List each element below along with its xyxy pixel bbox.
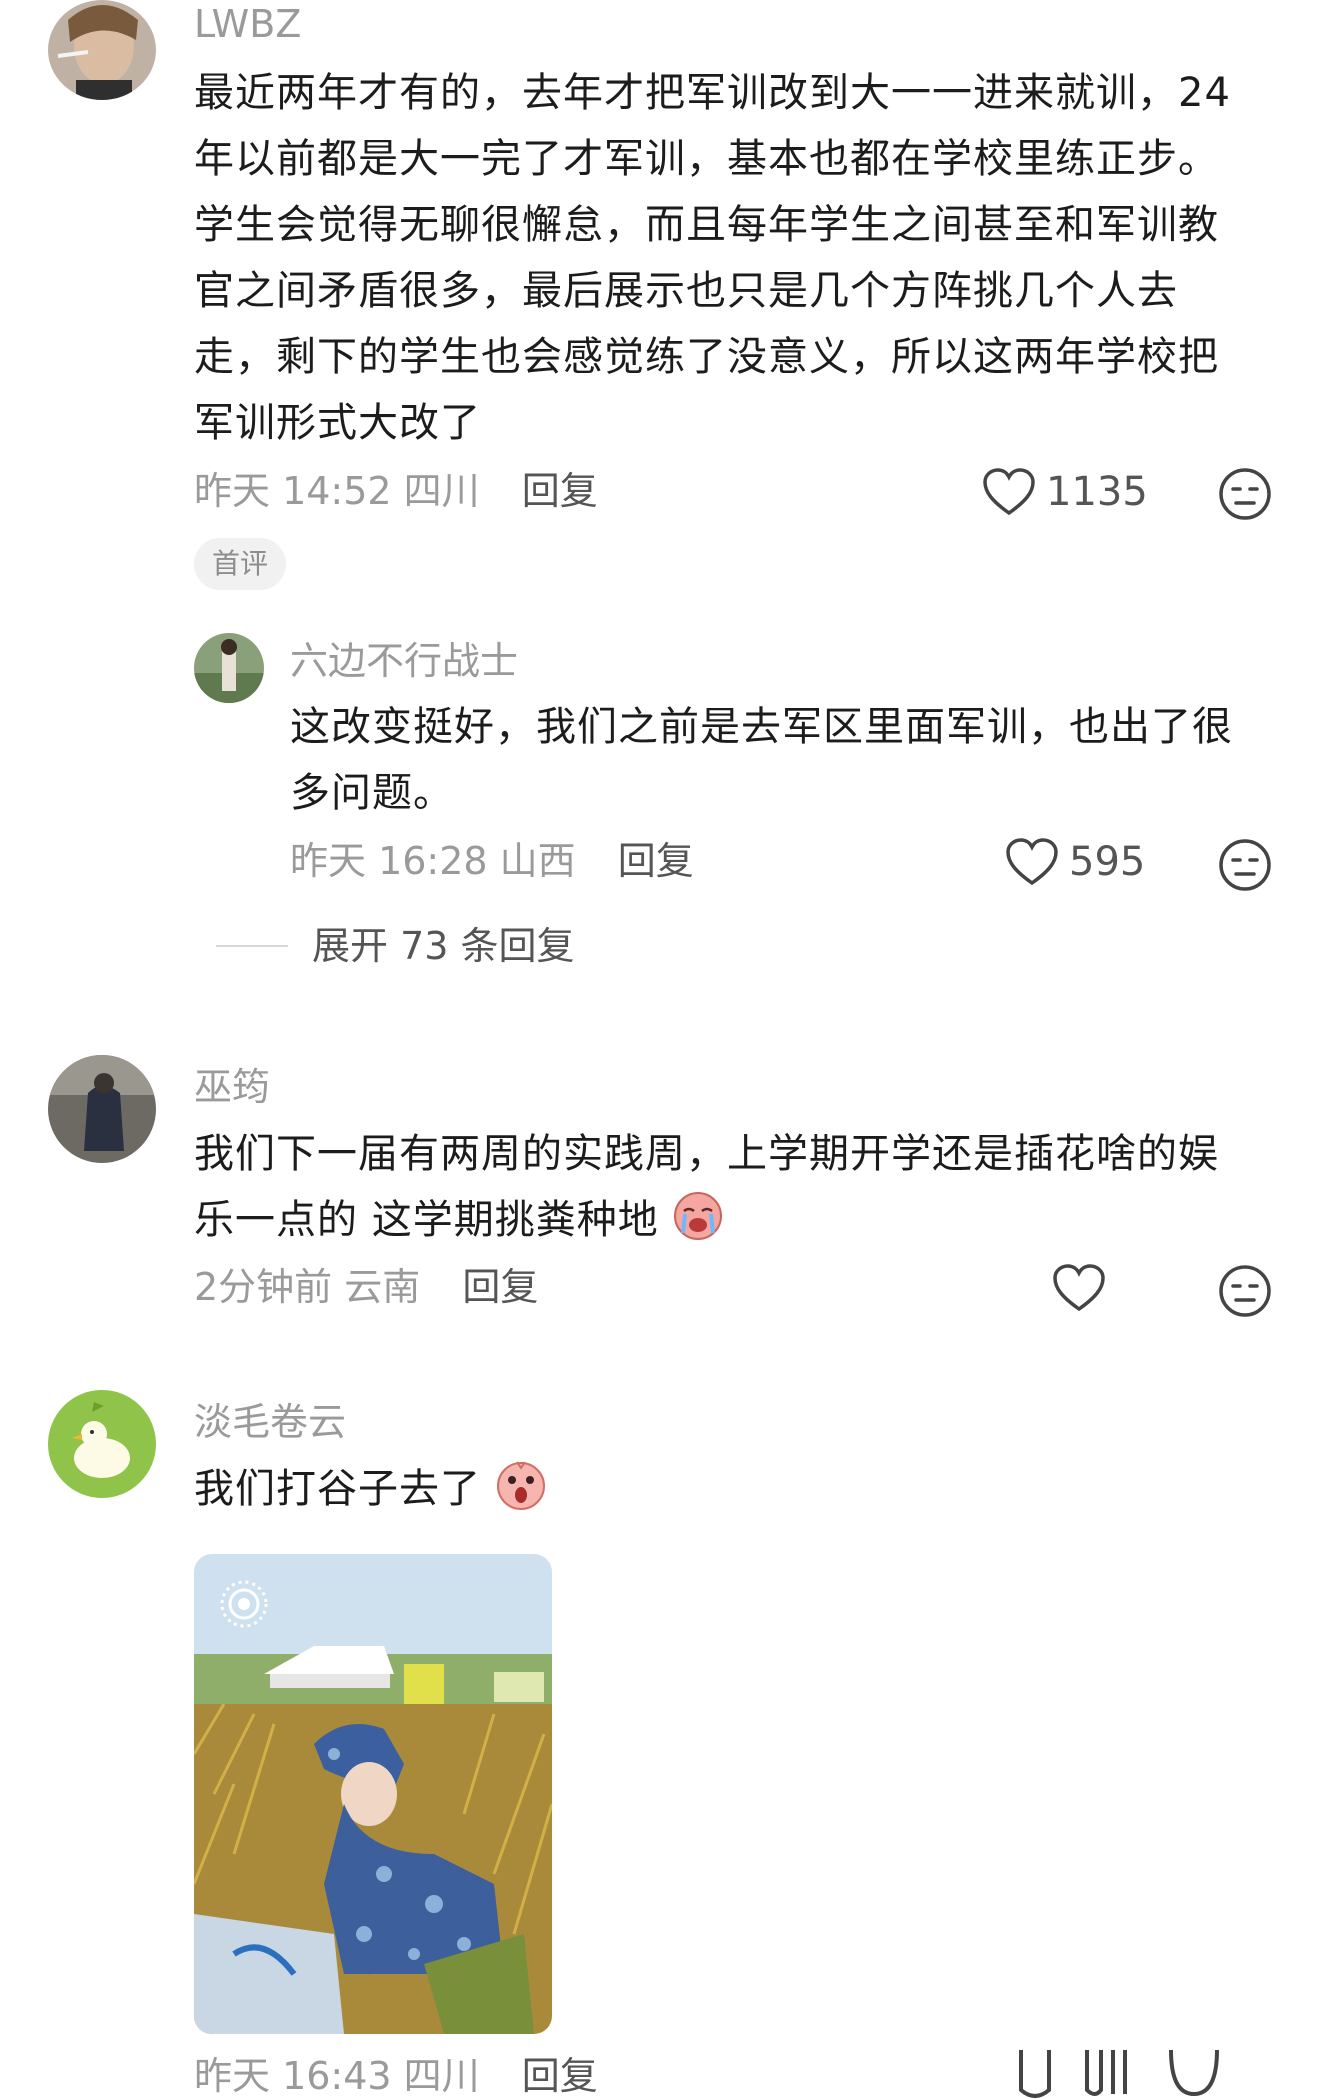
like-button[interactable] xyxy=(1052,1258,1106,1318)
avatar[interactable] xyxy=(194,633,264,703)
comment-line: 年以前都是大一完了才军训，基本也都在学校里练正步。 xyxy=(194,136,1219,182)
first-comment-badge: 首评 xyxy=(194,538,287,590)
username[interactable]: LWBZ xyxy=(194,0,301,48)
comment-danmao: 淡毛卷云 我们打谷子去了 昨天 16:43 四川 回复 xyxy=(0,1390,1320,2099)
comment-meta: 昨天 14:52 四川 回复 xyxy=(194,467,598,515)
neutral-face-icon xyxy=(1219,468,1271,520)
like-button[interactable]: 595 xyxy=(1005,832,1145,892)
comment-line: 我们下一届有两周的实践周，上学期开学还是插花啥的娱 xyxy=(194,1131,1219,1177)
comment-line: 我们打谷子去了 xyxy=(194,1466,481,1512)
neutral-face-icon xyxy=(1219,1265,1271,1317)
like-count: 595 xyxy=(1069,839,1146,885)
comment-line: 军训形式大改了 xyxy=(194,400,481,446)
comment-meta: 昨天 16:28 山西 回复 xyxy=(290,837,694,885)
dislike-button[interactable] xyxy=(1218,1264,1272,1318)
comment-text: 我们下一届有两周的实践周，上学期开学还是插花啥的娱 乐一点的 这学期挑粪种地 xyxy=(194,1121,1284,1253)
comment-line: 最近两年才有的，去年才把军训改到大一一进来就训，24 xyxy=(194,70,1231,116)
divider xyxy=(216,945,288,947)
comment-text: 我们打谷子去了 xyxy=(194,1456,1284,1522)
comment-meta: 昨天 16:43 四川 回复 xyxy=(194,2052,598,2099)
dislike-icon-partial[interactable] xyxy=(1167,2050,1221,2099)
expand-replies-label: 展开 73 条回复 xyxy=(312,924,575,968)
live-photo-icon xyxy=(218,1578,270,1630)
reply-comment: 六边不行战士 这改变挺好，我们之前是去军区里面军训，也出了很 多问题。 昨天 1… xyxy=(0,625,1320,925)
reply-button[interactable]: 回复 xyxy=(618,839,694,883)
timestamp: 昨天 16:43 四川 xyxy=(194,2054,480,2098)
bar-icon xyxy=(1085,2050,1127,2096)
timestamp: 昨天 14:52 四川 xyxy=(194,469,480,513)
expand-replies-button[interactable]: 展开 73 条回复 xyxy=(216,922,575,970)
comment-lwbz: LWBZ 最近两年才有的，去年才把军训改到大一一进来就训，24 年以前都是大一完… xyxy=(0,0,1320,590)
timestamp: 昨天 16:28 山西 xyxy=(290,839,576,883)
comment-wuyun: 巫筠 我们下一届有两周的实践周，上学期开学还是插花啥的娱 乐一点的 这学期挑粪种… xyxy=(0,1055,1320,1355)
heart-outline-icon xyxy=(1053,1264,1105,1312)
avatar[interactable] xyxy=(48,0,156,100)
shocked-face-emoji xyxy=(495,1458,547,1510)
username[interactable]: 六边不行战士 xyxy=(290,637,518,685)
comment-text: 最近两年才有的，去年才把军训改到大一一进来就训，24 年以前都是大一完了才军训，… xyxy=(194,60,1274,456)
comment-line: 官之间矛盾很多，最后展示也只是几个方阵挑几个人去 xyxy=(194,268,1178,314)
like-count: 1135 xyxy=(1046,469,1148,515)
heart-outline-icon xyxy=(1006,838,1058,886)
dislike-button[interactable] xyxy=(1218,467,1272,521)
username[interactable]: 淡毛卷云 xyxy=(194,1398,346,1446)
comment-line: 乐一点的 这学期挑粪种地 xyxy=(194,1197,659,1243)
like-icon-partial[interactable] xyxy=(1015,2050,1055,2099)
avatar[interactable] xyxy=(48,1055,156,1163)
dislike-button[interactable] xyxy=(1218,838,1272,892)
crying-face-emoji xyxy=(672,1189,724,1241)
comment-line: 走，剩下的学生也会感觉练了没意义，所以这两年学校把 xyxy=(194,334,1219,380)
partial-action-icons xyxy=(1015,2050,1221,2099)
comment-text: 这改变挺好，我们之前是去军区里面军训，也出了很 多问题。 xyxy=(290,694,1280,826)
username[interactable]: 巫筠 xyxy=(194,1063,270,1111)
neutral-face-icon xyxy=(1219,839,1271,891)
timestamp: 2分钟前 云南 xyxy=(194,1265,421,1309)
attached-photo[interactable] xyxy=(194,1554,552,2034)
like-button[interactable]: 1135 xyxy=(982,462,1148,522)
comment-line-with-emoji: 我们打谷子去了 xyxy=(194,1456,1284,1522)
comment-meta: 2分钟前 云南 回复 xyxy=(194,1263,538,1311)
heart-outline-icon xyxy=(983,468,1035,516)
comment-line: 多问题。 xyxy=(290,770,454,816)
avatar[interactable] xyxy=(48,1390,156,1498)
comment-line: 学生会觉得无聊很懈怠，而且每年学生之间甚至和军训教 xyxy=(194,202,1219,248)
comment-line: 这改变挺好，我们之前是去军区里面军训，也出了很 xyxy=(290,704,1233,750)
reply-button[interactable]: 回复 xyxy=(522,2054,598,2098)
comment-line-with-emoji: 乐一点的 这学期挑粪种地 xyxy=(194,1187,1284,1253)
reply-button[interactable]: 回复 xyxy=(462,1265,538,1309)
reply-button[interactable]: 回复 xyxy=(522,469,598,513)
